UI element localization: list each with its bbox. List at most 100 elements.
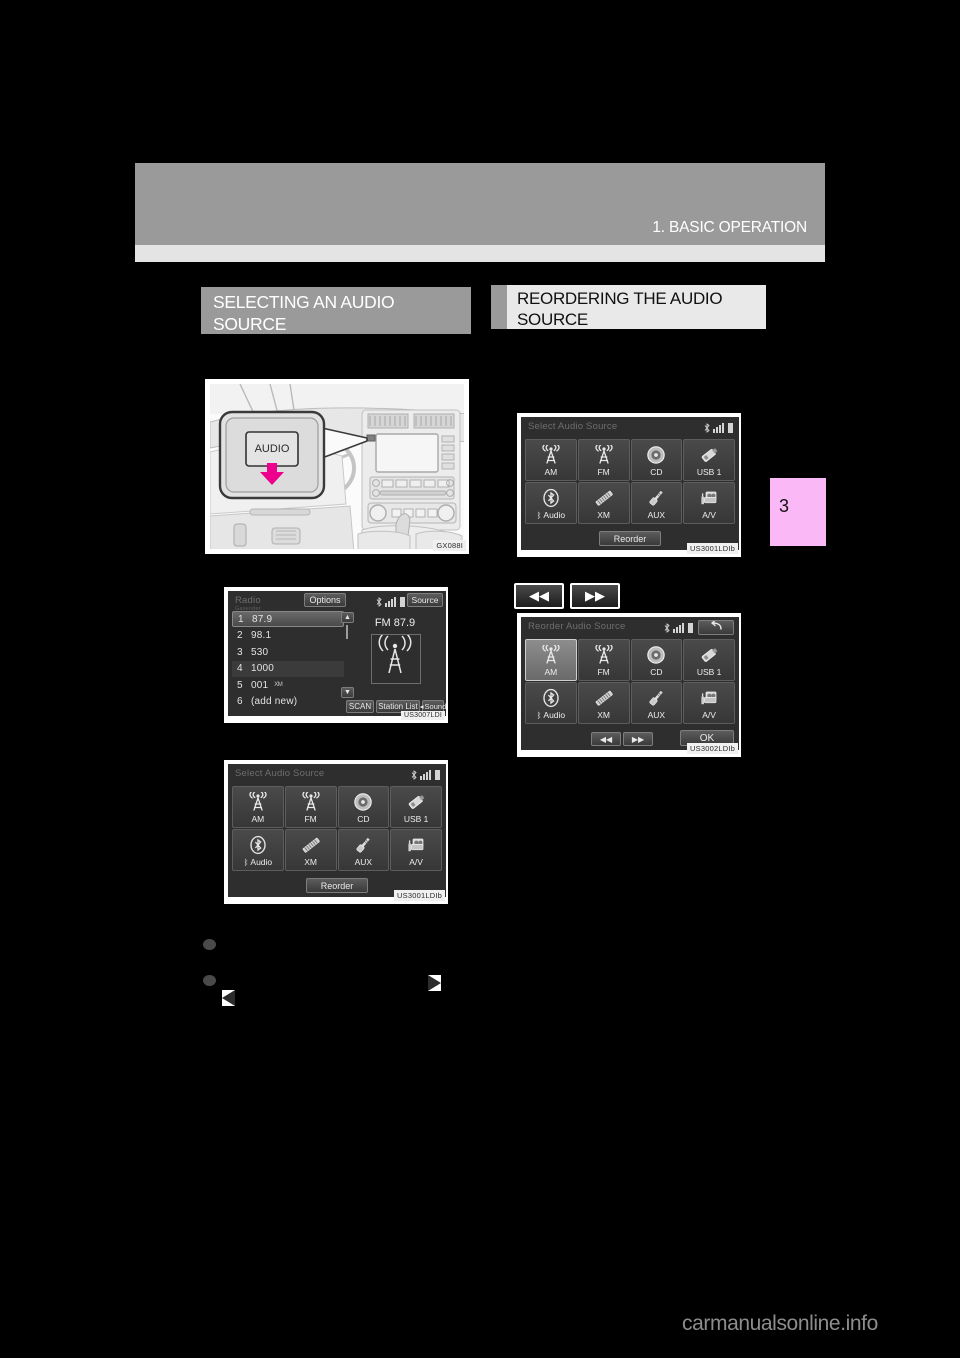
preset-value: 1000 (251, 663, 275, 674)
source-label: USB 1 (684, 667, 734, 677)
site-watermark: carmanualsonline.info (682, 1312, 878, 1335)
source-label-text: FM (597, 467, 610, 477)
disc-icon (339, 791, 389, 813)
source-cell-xm[interactable]: XM (577, 482, 630, 524)
figure-caption: US3001LDIb (394, 890, 445, 901)
bluetooth-icon (411, 770, 417, 780)
xm-satellite-icon (579, 687, 629, 709)
select-audio-source-screen-right: Select Audio Source AM FM CD USB 1 ᛒ Audio XM A… (521, 417, 739, 550)
move-right-button[interactable]: ▶▶ (623, 732, 653, 746)
preset-item[interactable]: 2 98.1 (232, 628, 344, 644)
preset-item[interactable]: 6 (add new) (232, 694, 344, 710)
source-cell-am[interactable]: AM (525, 639, 577, 681)
bluetooth-icon (526, 687, 576, 709)
radio-tower-icon (233, 791, 283, 813)
preset-item[interactable]: 4 1000 (232, 660, 344, 677)
now-playing-panel: FM 87.9 (348, 615, 442, 693)
source-cell-am[interactable]: AM (525, 439, 577, 481)
figure-select-audio-source-left: Select Audio Source AM FM CD USB 1 ᛒ Audio XM A… (224, 760, 448, 904)
signal-strength-icon (673, 623, 685, 633)
battery-icon (400, 597, 405, 607)
source-label-text: USB 1 (696, 667, 722, 677)
source-label-text: Audio (250, 857, 273, 867)
move-left-button[interactable]: ◀◀ (591, 732, 621, 746)
preset-item[interactable]: 5 001 XM (232, 677, 344, 693)
prev-step-button[interactable]: ◀◀ (514, 583, 564, 609)
screen-title: Select Audio Source (528, 421, 618, 432)
source-cell-audio[interactable]: ᛒ Audio (232, 829, 284, 871)
disc-icon (632, 444, 682, 466)
source-label-text: USB 1 (403, 814, 429, 824)
dashboard-illustration: AUDIO (210, 384, 464, 549)
dashboard-svg: AUDIO (210, 384, 464, 549)
preset-number: 6 (237, 696, 243, 707)
bullet-marker-2 (203, 975, 216, 986)
source-label-text: CD (650, 667, 663, 677)
page-header-subband (135, 245, 825, 262)
source-label-text: AM (251, 814, 265, 824)
source-label: A/V (391, 857, 441, 867)
figure-caption: US3007LDI (401, 711, 445, 720)
source-label-text: XM (597, 710, 610, 720)
preset-value: 530 (251, 646, 269, 658)
source-cell-audio[interactable]: ᛒ Audio (525, 482, 577, 524)
source-label: A/V (684, 510, 734, 520)
source-cell-audio[interactable]: ᛒ Audio (525, 682, 577, 724)
source-label: USB 1 (391, 814, 441, 824)
source-cell-a-v[interactable]: A/V (683, 482, 735, 524)
back-button[interactable] (698, 619, 734, 635)
source-label: AUX (632, 710, 682, 720)
preset-item[interactable]: 1 87.9 (232, 611, 344, 627)
source-cell-usb-1[interactable]: USB 1 (683, 639, 735, 681)
page-header-band: 1. BASIC OPERATION (135, 163, 825, 245)
source-cell-cd[interactable]: CD (337, 786, 390, 828)
reorder-button[interactable]: Reorder (306, 878, 368, 893)
usb-stick-icon (684, 444, 734, 466)
next-step-button[interactable]: ▶▶ (570, 583, 620, 609)
source-label: USB 1 (684, 467, 734, 477)
section-heading-left-text: SELECTING AN AUDIO SOURCE (213, 292, 395, 334)
camcorder-icon (684, 487, 734, 509)
source-cell-a-v[interactable]: A/V (683, 682, 735, 724)
scan-button[interactable]: SCAN (346, 700, 374, 713)
source-cell-cd[interactable]: CD (630, 639, 683, 681)
source-cell-aux[interactable]: AUX (630, 482, 683, 524)
source-label: CD (339, 814, 389, 824)
source-label: CD (632, 667, 682, 677)
select-audio-source-screen-left: Select Audio Source AM FM CD USB 1 ᛒ Audio XM A… (228, 764, 446, 897)
preset-value: 98.1 (251, 630, 272, 641)
source-button[interactable]: Source (407, 593, 443, 607)
source-cell-usb-1[interactable]: USB 1 (390, 786, 442, 828)
source-cell-usb-1[interactable]: USB 1 (683, 439, 735, 481)
figure-caption: GX088I (433, 540, 466, 551)
source-cell-fm[interactable]: FM (577, 639, 630, 681)
reorder-button[interactable]: Reorder (599, 531, 661, 546)
bluetooth-glyph-icon: ᛒ (243, 857, 249, 867)
camcorder-icon (391, 834, 441, 856)
source-label: A/V (684, 710, 734, 720)
options-button[interactable]: Options (304, 593, 346, 607)
source-cell-fm[interactable]: FM (284, 786, 337, 828)
preset-number: 3 (237, 646, 243, 658)
signal-strength-icon (420, 770, 432, 780)
status-indicators (704, 422, 733, 433)
screen-title: Reorder Audio Source (528, 621, 626, 632)
radio-screen: Radio Gasender Options Source 1 87.9 2 98.1… (228, 591, 446, 716)
source-cell-am[interactable]: AM (232, 786, 284, 828)
source-cell-fm[interactable]: FM (577, 439, 630, 481)
right-triangle-marker (428, 975, 441, 991)
usb-stick-icon (684, 644, 734, 666)
radio-tower-icon (579, 644, 629, 666)
preset-item[interactable]: 3 530 (232, 644, 344, 660)
bluetooth-glyph-icon: ᛒ (536, 510, 542, 520)
source-label: CD (632, 467, 682, 477)
source-cell-xm[interactable]: XM (284, 829, 337, 871)
preset-value: 001 (251, 679, 269, 691)
source-cell-cd[interactable]: CD (630, 439, 683, 481)
source-label: XM (579, 710, 629, 720)
source-cell-a-v[interactable]: A/V (390, 829, 442, 871)
source-cell-aux[interactable]: AUX (630, 682, 683, 724)
source-cell-aux[interactable]: AUX (337, 829, 390, 871)
source-cell-xm[interactable]: XM (577, 682, 630, 724)
sound-label: Sound (424, 702, 446, 711)
